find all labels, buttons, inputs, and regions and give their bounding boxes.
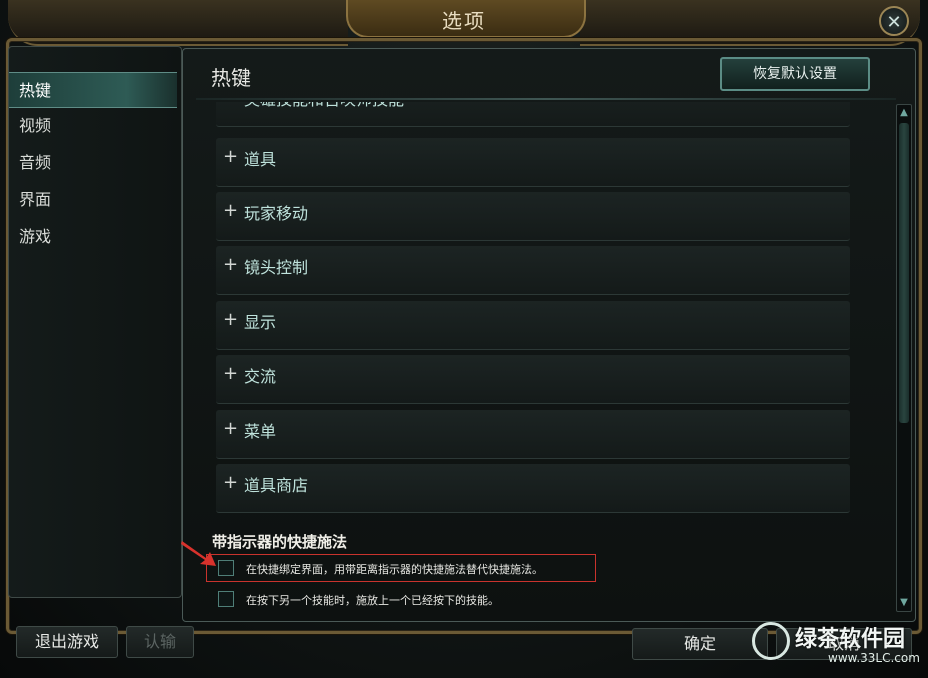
watermark-url: www.33LC.com: [828, 651, 920, 665]
category-label: 镜头控制: [244, 258, 309, 277]
expand-icon: +: [223, 200, 239, 221]
category-label: 道具: [244, 150, 277, 169]
surrender-button[interactable]: 认输: [126, 626, 194, 658]
option-label: 在按下另一个技能时，施放上一个已经按下的技能。: [246, 594, 499, 607]
category-label: 英雄技能和召唤师技能: [244, 102, 404, 110]
annotation-arrow-icon: [181, 541, 216, 566]
category-label: 交流: [244, 367, 277, 386]
hotkey-category-list: + 英雄技能和召唤师技能 + 道具 + 玩家移动 + 镜头控制 + 显示 + 交…: [216, 102, 852, 518]
exit-game-button[interactable]: 退出游戏: [16, 626, 118, 658]
category-items[interactable]: + 道具: [216, 138, 850, 187]
window-title: 选项: [442, 9, 486, 33]
cast-previous-checkbox[interactable]: [218, 591, 234, 607]
page-title: 热键: [211, 66, 251, 90]
category-label: 玩家移动: [244, 204, 309, 223]
category-label: 菜单: [244, 422, 277, 441]
header-divider: [196, 98, 896, 100]
expand-icon: +: [223, 102, 238, 107]
category-display[interactable]: + 显示: [216, 301, 850, 350]
scroll-down-icon[interactable]: ▼: [898, 596, 910, 610]
vertical-scrollbar[interactable]: ▲ ▼: [896, 104, 912, 612]
expand-icon: +: [223, 146, 239, 167]
category-label: 显示: [244, 313, 277, 332]
expand-icon: +: [223, 254, 239, 275]
category-camera-control[interactable]: + 镜头控制: [216, 246, 850, 295]
restore-defaults-button[interactable]: 恢复默认设置: [720, 57, 870, 91]
category-champion-spells[interactable]: + 英雄技能和召唤师技能: [216, 102, 850, 127]
expand-icon: +: [223, 418, 239, 439]
watermark-logo-icon: [752, 622, 790, 660]
sidebar-item-audio[interactable]: 音频: [9, 145, 177, 181]
category-player-movement[interactable]: + 玩家移动: [216, 192, 850, 241]
expand-icon: +: [223, 363, 239, 384]
ok-button[interactable]: 确定: [632, 628, 768, 660]
expand-icon: +: [223, 309, 239, 330]
sidebar-item-game[interactable]: 游戏: [9, 219, 177, 255]
scroll-thumb[interactable]: [899, 123, 909, 423]
section-title-quick-cast: 带指示器的快捷施法: [212, 533, 348, 551]
close-button[interactable]: ✕: [879, 6, 909, 36]
category-label: 道具商店: [244, 476, 309, 495]
category-communication[interactable]: + 交流: [216, 355, 850, 404]
annotation-highlight-box: [206, 554, 596, 582]
category-item-shop[interactable]: + 道具商店: [216, 464, 850, 513]
sidebar-item-hotkeys[interactable]: 热键: [9, 72, 177, 108]
sidebar-item-video[interactable]: 视频: [9, 108, 177, 144]
category-menu[interactable]: + 菜单: [216, 410, 850, 459]
options-window: 选项 ✕ 热键 视频 音频 界面 游戏 热键 恢复默认设置 + 英雄技能和召唤师…: [0, 0, 928, 678]
scroll-up-icon[interactable]: ▲: [898, 106, 910, 120]
close-icon: ✕: [886, 12, 902, 33]
sidebar: 热键 视频 音频 界面 游戏: [8, 46, 182, 598]
sidebar-item-interface[interactable]: 界面: [9, 182, 177, 218]
expand-icon: +: [223, 472, 239, 493]
watermark-name: 绿茶软件园: [795, 627, 906, 652]
